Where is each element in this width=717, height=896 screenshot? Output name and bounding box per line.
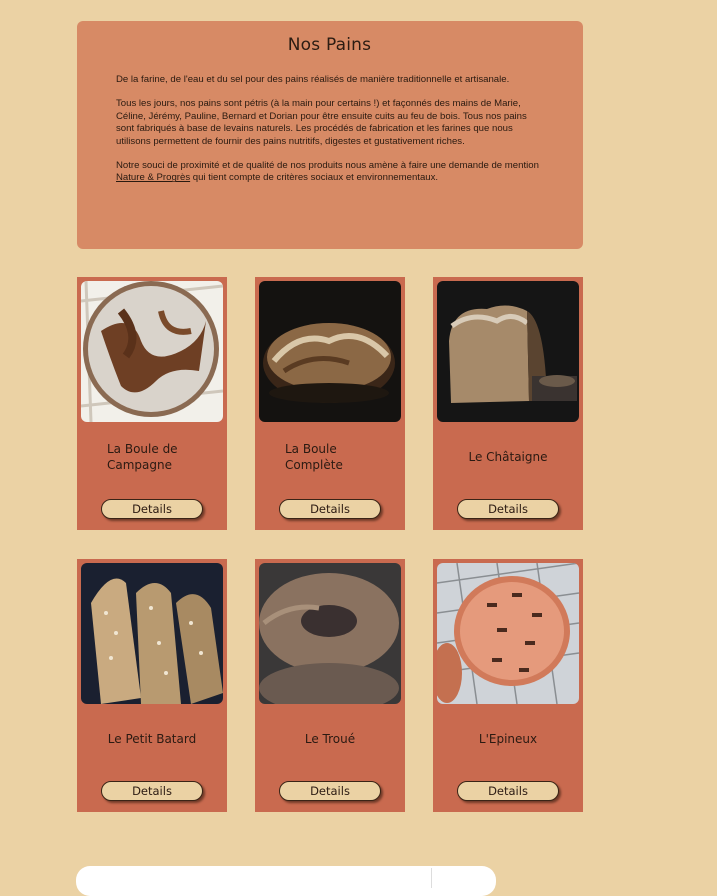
product-card: Le Troué Details — [255, 559, 405, 812]
bottom-search-bar[interactable] — [76, 866, 496, 896]
intro-paragraph-3-text: Notre souci de proximité et de qualité d… — [116, 160, 539, 172]
product-card: L'Epineux Details — [433, 559, 583, 812]
product-image[interactable] — [81, 281, 223, 422]
product-name: La Boule de Campagne — [107, 442, 178, 472]
intro-paragraph-2: Tous les jours, nos pains sont pétris (à… — [116, 98, 527, 147]
intro-paragraph-1: De la farine, de l'eau et du sel pour de… — [116, 74, 510, 85]
product-name: Le Châtaigne — [468, 450, 548, 464]
product-card: Le Châtaigne Details — [433, 277, 583, 530]
intro-panel: Nos Pains De la farine, de l'eau et du s… — [77, 21, 583, 249]
product-name: La Boule Complète — [285, 442, 343, 472]
details-button[interactable]: Details — [279, 781, 381, 801]
intro-paragraph-3-text-end: qui tient compte de critères sociaux et … — [190, 172, 439, 184]
product-card: Le Petit Batard Details — [77, 559, 227, 812]
details-button[interactable]: Details — [457, 781, 559, 801]
product-image[interactable] — [81, 563, 223, 704]
intro-paragraph-3: Notre souci de proximité et de qualité d… — [116, 160, 543, 185]
details-button[interactable]: Details — [457, 499, 559, 519]
product-name: Le Troué — [304, 732, 356, 746]
product-name: L'Epineux — [478, 732, 538, 746]
details-button[interactable]: Details — [101, 781, 203, 801]
product-card: La Boule de Campagne Details — [77, 277, 227, 530]
nature-progres-link[interactable]: Nature & Progrès — [116, 172, 190, 183]
product-image[interactable] — [259, 281, 401, 422]
details-button[interactable]: Details — [101, 499, 203, 519]
divider — [431, 868, 432, 888]
product-image[interactable] — [437, 281, 579, 422]
page-title: Nos Pains — [287, 35, 372, 55]
details-button[interactable]: Details — [279, 499, 381, 519]
product-image[interactable] — [437, 563, 579, 704]
product-image[interactable] — [259, 563, 401, 704]
product-card: La Boule Complète Details — [255, 277, 405, 530]
product-name: Le Petit Batard — [107, 732, 197, 746]
